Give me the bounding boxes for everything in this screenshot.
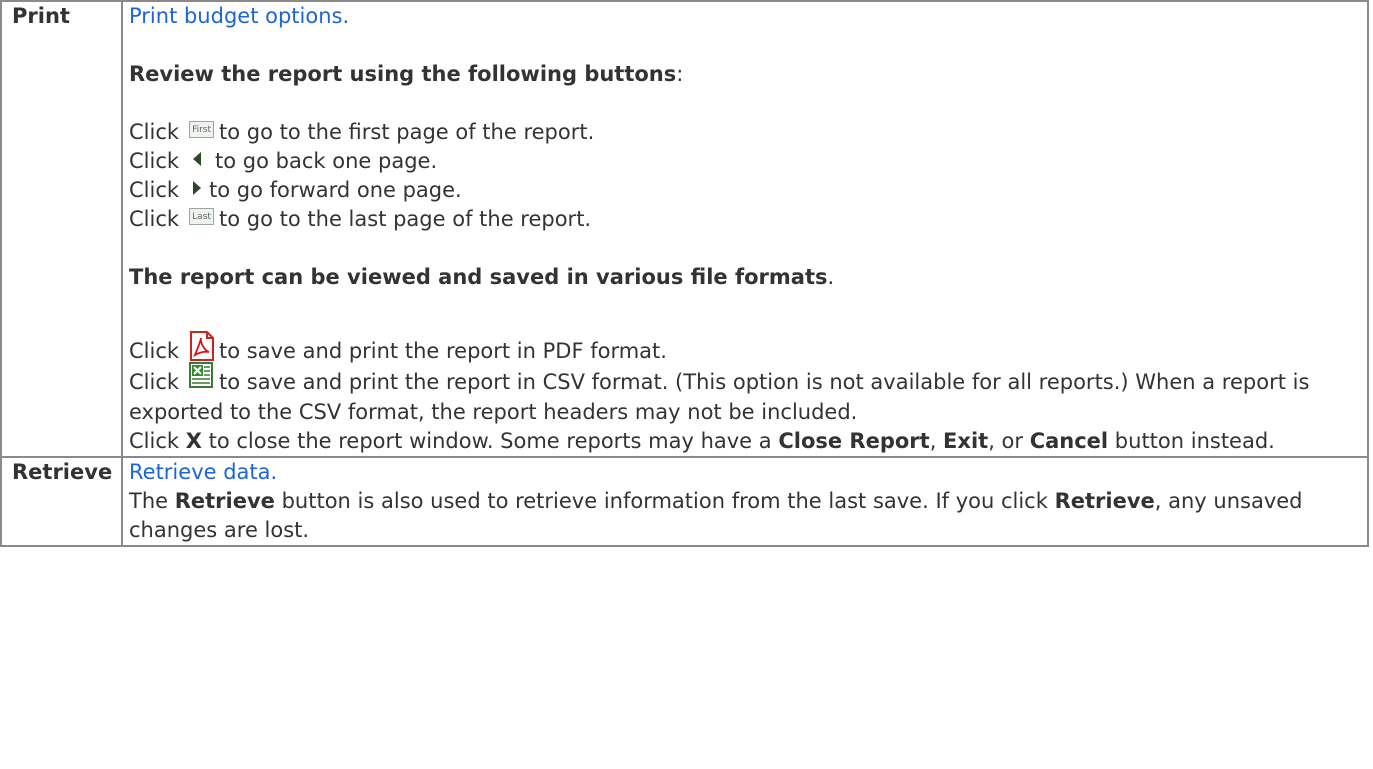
print-label: Print — [0, 0, 123, 458]
first-page-button-icon: First — [189, 120, 215, 138]
retrieve-description: Retrieve data. The Retrieve button is al… — [121, 456, 1369, 547]
excel-csv-icon — [189, 362, 215, 392]
print-budget-options-link[interactable]: Print budget options. — [129, 4, 349, 28]
retrieve-row: Retrieve Retrieve data. The Retrieve but… — [0, 456, 1369, 547]
review-heading: Review the report using the following bu… — [129, 62, 677, 86]
print-description: Print budget options. Review the report … — [121, 0, 1369, 458]
previous-page-line: Click to go back one page. — [129, 149, 438, 173]
pdf-line: Click to save and print the report in PD… — [129, 331, 1367, 368]
close-line: Click X to close the report window. Some… — [129, 429, 1275, 453]
next-arrow-icon — [193, 181, 202, 195]
first-page-line: Click First to go to the first page of the… — [129, 120, 595, 144]
print-row: Print Print budget options. Review the r… — [0, 0, 1369, 458]
retrieve-label: Retrieve — [0, 456, 123, 547]
last-page-button-icon: Last — [189, 207, 215, 225]
retrieve-data-link[interactable]: Retrieve data. — [129, 460, 277, 484]
retrieve-text: The Retrieve button is also used to retr… — [129, 489, 1303, 542]
csv-line: Click to save and print the report in CS… — [129, 362, 1367, 427]
last-page-line: Click Last to go to the last page of the r… — [129, 207, 592, 231]
options-table: Print Print budget options. Review the r… — [0, 0, 1369, 547]
pdf-icon — [189, 331, 215, 361]
previous-arrow-icon — [193, 152, 202, 166]
next-page-line: Click to go forward one page. — [129, 178, 462, 202]
formats-heading: The report can be viewed and saved in va… — [129, 265, 828, 289]
